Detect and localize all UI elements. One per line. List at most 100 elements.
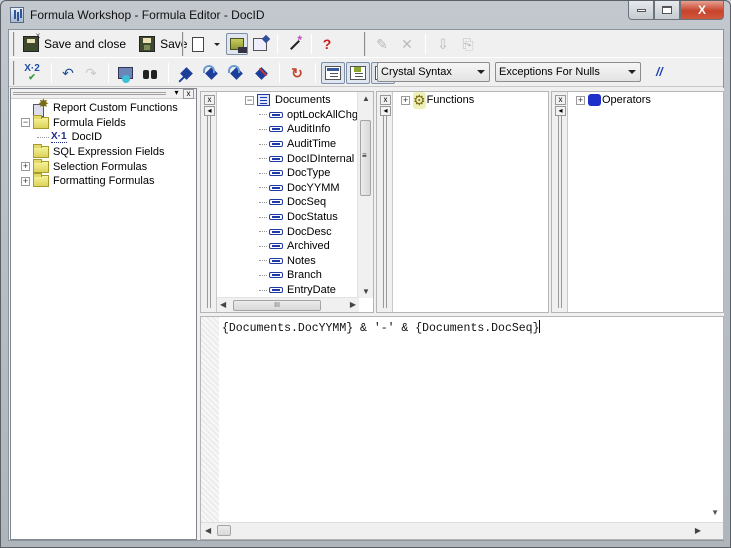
expand-icon[interactable]: + <box>21 176 30 186</box>
maximize-button[interactable] <box>654 1 680 20</box>
tree-item-field[interactable]: DocIDInternal <box>245 151 358 166</box>
scroll-left-icon[interactable]: ◀ <box>220 300 226 309</box>
scroll-down-icon[interactable]: ▼ <box>362 287 370 296</box>
panel-menu-button[interactable]: ▾ <box>171 89 182 99</box>
functions-gear-icon: ⚙ <box>413 91 426 109</box>
tree-item-label: DocIDInternal <box>287 152 355 165</box>
browse-field-data-button[interactable] <box>114 62 137 84</box>
check-formula-button[interactable]: X·2 ✔ <box>19 62 45 84</box>
rename-button[interactable]: ⎘ <box>456 33 480 55</box>
editor-hscroll[interactable]: ◀ ▶ <box>201 522 723 539</box>
help-icon: ? <box>322 36 332 52</box>
database-field-icon <box>269 141 283 148</box>
new-formula-button[interactable] <box>188 33 208 55</box>
tree-item-documents[interactable]: − Documents <box>245 93 358 108</box>
toggle-field-tree-button[interactable] <box>321 62 345 84</box>
undo-button[interactable]: ↶ <box>57 62 79 84</box>
tree-connector <box>259 289 267 291</box>
toggle-bookmark-button[interactable] <box>174 62 198 84</box>
browse-field-icon <box>118 67 133 83</box>
expand-icon[interactable]: + <box>576 95 585 105</box>
pane-splitter[interactable] <box>383 116 387 308</box>
folder-icon <box>33 114 49 129</box>
function-tree: + ⚙ Functions <box>397 91 474 109</box>
tree-item-field[interactable]: DocSeq <box>245 195 358 210</box>
formula-code[interactable]: {Documents.DocYYMM} & '-' & {Documents.D… <box>222 320 541 335</box>
scroll-up-icon[interactable]: ▲ <box>362 94 370 103</box>
checkmark-icon: ✔ <box>28 72 36 82</box>
scroll-right-icon[interactable]: ▶ <box>350 300 356 309</box>
close-pane-button[interactable]: x <box>204 95 215 105</box>
delete-button[interactable]: ✕ <box>395 33 419 55</box>
scroll-left-icon[interactable]: ◀ <box>205 526 211 535</box>
hscroll-thumb[interactable]: III <box>233 300 321 311</box>
field-tree-hscroll[interactable]: ◀ III ▶ <box>217 297 359 312</box>
comment-button[interactable]: // <box>652 63 667 81</box>
tree-item-field[interactable]: AuditTime <box>245 137 358 152</box>
formula-text-editor[interactable]: {Documents.DocYYMM} & '-' & {Documents.D… <box>200 316 724 540</box>
pane-splitter[interactable] <box>558 116 562 308</box>
tree-item-field[interactable]: AuditInfo <box>245 122 358 137</box>
vscroll-thumb[interactable]: ≡ <box>360 120 371 196</box>
collapse-pane-button[interactable]: ◂ <box>204 106 215 116</box>
tree-item-operators[interactable]: + Operators <box>576 93 651 108</box>
browse-data-button[interactable]: ⇩ <box>431 33 455 55</box>
formula-expert-button[interactable] <box>283 33 305 55</box>
close-icon: x <box>207 95 212 104</box>
collapse-pane-button[interactable]: ◂ <box>380 106 391 116</box>
close-pane-button[interactable]: x <box>380 95 391 105</box>
close-window-button[interactable]: X <box>680 1 724 20</box>
tree-item-label: Archived <box>287 240 330 253</box>
field-tree-vscroll[interactable]: ▲ ≡ ▼ <box>357 92 373 298</box>
tree-item-functions[interactable]: + ⚙ Functions <box>401 91 474 109</box>
pane-splitter[interactable] <box>207 116 211 308</box>
new-item-button[interactable]: ✎ <box>370 33 394 55</box>
collapse-icon[interactable]: − <box>21 118 30 128</box>
tree-item-report-custom-functions[interactable]: Report Custom Functions <box>15 96 196 118</box>
toolbar-separator <box>168 63 169 83</box>
field-tree-pane: x ◂ − Documents optLockAllChg AuditInfo Au… <box>200 91 374 313</box>
null-handling-select[interactable]: Exceptions For Nulls <box>495 62 641 82</box>
new-dropdown-button[interactable] <box>209 33 225 55</box>
toggle-properties-button[interactable] <box>249 33 271 55</box>
tree-item-selection-formulas[interactable]: + Selection Formulas <box>15 158 196 174</box>
tree-item-field[interactable]: Branch <box>245 268 358 283</box>
minimize-button[interactable] <box>628 1 654 20</box>
clear-bookmarks-button[interactable] <box>249 62 273 84</box>
toolbar-separator <box>277 34 278 54</box>
tree-item-field[interactable]: Archived <box>245 239 358 254</box>
hscroll-thumb[interactable] <box>217 525 231 536</box>
pane-strip: x ◂ <box>201 92 217 312</box>
previous-bookmark-button[interactable] <box>224 62 248 84</box>
close-pane-button[interactable]: x <box>555 95 566 105</box>
find-replace-button[interactable] <box>138 62 162 84</box>
close-panel-button[interactable]: x <box>183 89 194 99</box>
toggle-function-tree-button[interactable] <box>346 62 370 84</box>
next-bookmark-button[interactable] <box>199 62 223 84</box>
tree-item-field[interactable]: DocYYMM <box>245 181 358 196</box>
tree-item-field[interactable]: DocStatus <box>245 210 358 225</box>
help-button[interactable]: ? <box>317 33 337 55</box>
tree-item-field[interactable]: DocType <box>245 166 358 181</box>
redo-button[interactable]: ↷ <box>80 62 102 84</box>
bookmark-gutter[interactable] <box>201 317 219 539</box>
tree-item-sql-expression-fields[interactable]: SQL Expression Fields <box>15 144 196 160</box>
tree-item-formatting-formulas[interactable]: + Formatting Formulas <box>15 173 196 189</box>
tree-item-field[interactable]: DocDesc <box>245 224 358 239</box>
expand-icon[interactable]: + <box>401 95 410 105</box>
scroll-down-icon[interactable]: ▼ <box>711 508 719 517</box>
collapse-pane-button[interactable]: ◂ <box>555 106 566 116</box>
save-and-close-button[interactable]: Save and close <box>19 31 130 55</box>
tree-item-docid[interactable]: X·1 DocID <box>15 130 196 145</box>
sort-trees-button[interactable]: ↻ <box>285 62 309 84</box>
panel-grip[interactable] <box>13 92 166 95</box>
tree-item-formula-fields[interactable]: − Formula Fields <box>15 114 196 131</box>
tree-item-field[interactable]: optLockAllChg <box>245 108 358 123</box>
tree-item-field[interactable]: EntryDate <box>245 283 358 298</box>
syntax-select[interactable]: Crystal Syntax <box>377 62 490 82</box>
expand-icon[interactable]: + <box>21 162 30 172</box>
scroll-right-icon[interactable]: ▶ <box>695 526 701 535</box>
toggle-tree-button[interactable] <box>226 33 248 55</box>
collapse-icon[interactable]: − <box>245 95 254 105</box>
tree-item-field[interactable]: Notes <box>245 254 358 269</box>
